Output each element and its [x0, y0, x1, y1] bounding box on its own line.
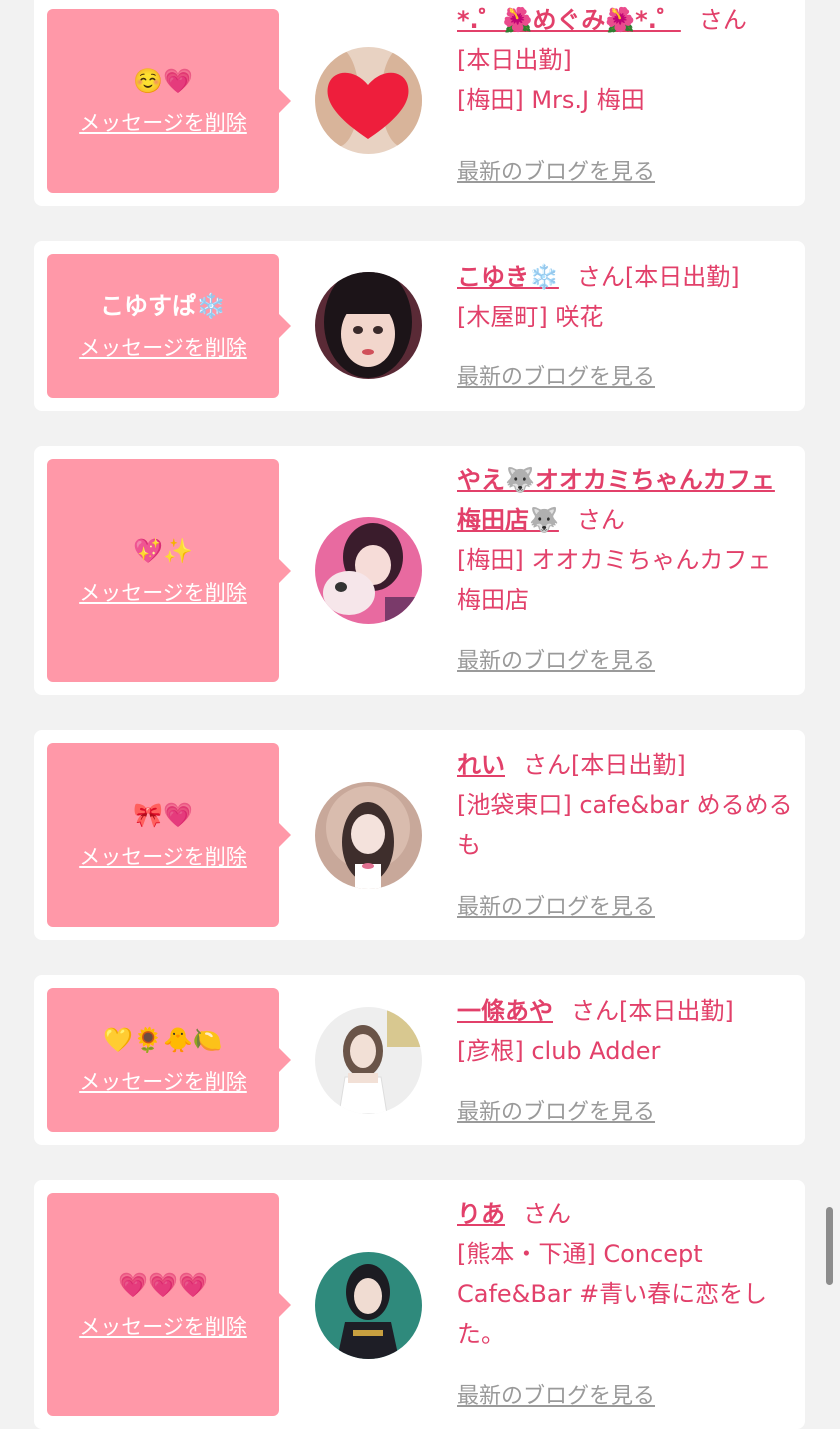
latest-blog-link[interactable]: 最新のブログを見る	[457, 1098, 655, 1128]
avatar-image	[315, 47, 422, 154]
cast-details: [梅田] オオカミちゃんカフェ梅田店	[457, 546, 772, 614]
cast-info: やえ🐺オオカミちゃんカフェ梅田店🐺 さん [梅田] オオカミちゃんカフェ梅田店	[457, 460, 795, 620]
favorite-card: ☺️💗 メッセージを削除 *.゜🌺めぐみ🌺*.゜ さん [本日出勤] [梅田] Mr…	[34, 0, 805, 206]
latest-blog-link[interactable]: 最新のブログを見る	[457, 1382, 655, 1412]
delete-message-link[interactable]: メッセージを削除	[79, 843, 247, 871]
avatar[interactable]	[315, 1252, 422, 1359]
message-text: ☺️💗	[133, 67, 193, 95]
favorite-card: 💛🌻🐥🍋 メッセージを削除 一條あや さん[本日出勤] [彦根] club Adde…	[34, 975, 805, 1145]
favorites-list: ☺️💗 メッセージを削除 *.゜🌺めぐみ🌺*.゜ さん [本日出勤] [梅田] Mr…	[0, 0, 840, 1429]
message-text: 🎀💗	[133, 801, 193, 829]
message-bubble: 💖✨ メッセージを削除	[47, 459, 291, 682]
delete-message-link[interactable]: メッセージを削除	[79, 1313, 247, 1341]
favorite-card: こゆすぱ❄️ メッセージを削除 こゆき❄️ さん[本日出勤] [木屋町] 咲花 最新…	[34, 241, 805, 411]
message-text: 💖✨	[133, 536, 193, 565]
avatar-image	[315, 517, 422, 624]
cast-name-link[interactable]: 一條あや	[457, 997, 553, 1025]
favorite-card: 💖✨ メッセージを削除 やえ🐺オオカミちゃんカフェ梅田店🐺 さん [梅田] オオカ…	[34, 446, 805, 695]
message-text: 💗💗💗	[118, 1270, 208, 1299]
cast-name-link[interactable]: れい	[457, 751, 505, 779]
cast-details: [本日出勤] [梅田] Mrs.J 梅田	[457, 46, 645, 114]
cast-details: [本日出勤] [池袋東口] cafe&bar めるめるも	[457, 751, 793, 859]
cast-info: 一條あや さん[本日出勤] [彦根] club Adder	[457, 991, 795, 1071]
honorific: さん	[523, 751, 571, 779]
cast-details: [熊本・下通] Concept Cafe&Bar #青い春に恋をした。	[457, 1240, 768, 1348]
latest-blog-link[interactable]: 最新のブログを見る	[457, 647, 655, 677]
message-text: こゆすぱ❄️	[100, 292, 226, 320]
avatar[interactable]	[315, 1007, 422, 1114]
cast-name-link[interactable]: りあ	[457, 1200, 505, 1228]
scrollbar[interactable]	[826, 1207, 833, 1285]
avatar[interactable]	[315, 782, 422, 889]
avatar-image	[315, 1007, 422, 1114]
avatar-image	[315, 782, 422, 889]
latest-blog-link[interactable]: 最新のブログを見る	[457, 158, 655, 188]
latest-blog-link[interactable]: 最新のブログを見る	[457, 363, 655, 393]
message-bubble: こゆすぱ❄️ メッセージを削除	[47, 254, 291, 398]
honorific: さん	[523, 1200, 571, 1228]
message-bubble: 💗💗💗 メッセージを削除	[47, 1193, 291, 1416]
delete-message-link[interactable]: メッセージを削除	[79, 109, 247, 137]
delete-message-link[interactable]: メッセージを削除	[79, 579, 247, 607]
cast-info: *.゜🌺めぐみ🌺*.゜ さん [本日出勤] [梅田] Mrs.J 梅田	[457, 0, 795, 120]
avatar-image	[315, 1252, 422, 1359]
favorite-card: 🎀💗 メッセージを削除 れい さん[本日出勤] [池袋東口] cafe&bar める…	[34, 730, 805, 940]
cast-info: れい さん[本日出勤] [池袋東口] cafe&bar めるめるも	[457, 745, 795, 865]
cast-info: こゆき❄️ さん[本日出勤] [木屋町] 咲花	[457, 257, 795, 337]
latest-blog-link[interactable]: 最新のブログを見る	[457, 893, 655, 923]
cast-name-link[interactable]: こゆき❄️	[457, 263, 559, 291]
avatar[interactable]	[315, 47, 422, 154]
honorific: さん	[576, 506, 625, 534]
cast-name-link[interactable]: *.゜🌺めぐみ🌺*.゜	[457, 6, 681, 34]
honorific: さん	[698, 6, 747, 34]
message-bubble: ☺️💗 メッセージを削除	[47, 9, 291, 193]
message-bubble: 🎀💗 メッセージを削除	[47, 743, 291, 927]
delete-message-link[interactable]: メッセージを削除	[79, 334, 247, 362]
avatar[interactable]	[315, 272, 422, 379]
honorific: さん	[576, 263, 625, 291]
message-bubble: 💛🌻🐥🍋 メッセージを削除	[47, 988, 291, 1132]
avatar-image	[315, 272, 422, 379]
message-text: 💛🌻🐥🍋	[103, 1026, 223, 1054]
avatar[interactable]	[315, 517, 422, 624]
favorite-card: 💗💗💗 メッセージを削除 りあ さん [熊本・下通] Concept Cafe&B…	[34, 1180, 805, 1429]
delete-message-link[interactable]: メッセージを削除	[79, 1068, 247, 1096]
cast-info: りあ さん [熊本・下通] Concept Cafe&Bar #青い春に恋をした。	[457, 1194, 795, 1354]
honorific: さん	[571, 997, 619, 1025]
